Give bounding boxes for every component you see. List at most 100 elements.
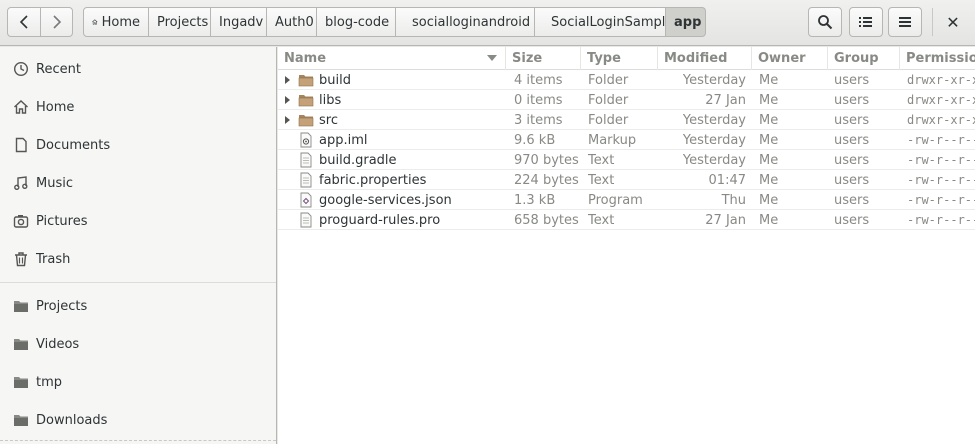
sidebar-item-music[interactable]: Music [0, 168, 276, 198]
sidebar-bottom-border [0, 440, 276, 441]
file-type: Text [588, 212, 615, 228]
file-size: 9.6 kB [514, 132, 556, 148]
sidebar-item-downloads[interactable]: Downloads [0, 405, 276, 435]
folder-icon [12, 373, 30, 391]
breadcrumb-blog-code[interactable]: blog-code [317, 7, 396, 37]
file-size: 1.3 kB [514, 192, 556, 208]
column-header-label: Size [512, 51, 543, 66]
file-owner: Me [759, 92, 779, 108]
file-group: users [834, 92, 870, 108]
sidebar-item-tmp[interactable]: tmp [0, 367, 276, 397]
table-row[interactable]: src 3 items Folder Yesterday Me users dr… [278, 110, 975, 130]
table-row[interactable]: libs 0 items Folder 27 Jan Me users drwx… [278, 90, 975, 110]
file-permissions: -rw-r--r-- [907, 213, 975, 227]
sidebar-item-projects[interactable]: Projects [0, 291, 276, 321]
forward-button[interactable] [41, 7, 73, 37]
breadcrumb-label: blog-code [325, 14, 390, 30]
file-modified: Thu [721, 192, 746, 208]
folder-icon [298, 115, 314, 127]
column-header-size[interactable]: Size [506, 47, 581, 70]
column-header-permissions[interactable]: Permissions [900, 47, 975, 70]
header-bar: Home Projects Ingadv Auth0 blog-code soc… [0, 0, 975, 46]
trash-icon [12, 250, 30, 268]
expand-arrow-icon[interactable] [285, 96, 290, 104]
sidebar-item-label: tmp [36, 374, 63, 390]
column-header-label: Modified [664, 51, 728, 66]
back-button[interactable] [7, 7, 41, 37]
view-options-button[interactable] [849, 7, 883, 37]
breadcrumb-socialloginsample[interactable]: SocialLoginSample [535, 7, 673, 37]
sidebar-item-trash[interactable]: Trash [0, 244, 276, 274]
sidebar-item-label: Downloads [36, 412, 108, 428]
sidebar-item-label: Recent [36, 61, 81, 77]
program-file-icon [300, 192, 312, 208]
file-size: 224 bytes [514, 172, 579, 188]
file-permissions: drwxr-xr-x [907, 93, 975, 107]
table-row[interactable]: fabric.properties 224 bytes Text 01:47 M… [278, 170, 975, 190]
expand-arrow-icon[interactable] [285, 76, 290, 84]
breadcrumb-socialloginandroid[interactable]: socialloginandroid [396, 7, 535, 37]
file-size: 0 items [514, 92, 563, 108]
sidebar-item-documents[interactable]: Documents [0, 130, 276, 160]
file-name: fabric.properties [319, 172, 427, 188]
file-owner: Me [759, 192, 779, 208]
breadcrumb-projects[interactable]: Projects [149, 7, 211, 37]
column-headers: Name Size Type Modified Owner Group Perm… [278, 47, 975, 70]
sidebar-item-label: Music [36, 175, 73, 191]
sidebar-item-videos[interactable]: Videos [0, 329, 276, 359]
breadcrumb-home[interactable]: Home [83, 7, 149, 37]
column-header-group[interactable]: Group [828, 47, 900, 70]
breadcrumb: Home Projects Ingadv Auth0 blog-code soc… [83, 7, 706, 37]
file-name: build [319, 72, 351, 88]
file-permissions: -rw-r--r-- [907, 173, 975, 187]
sidebar-item-pictures[interactable]: Pictures [0, 206, 276, 236]
search-icon [818, 15, 833, 30]
go-forward-icon [52, 15, 61, 29]
column-header-modified[interactable]: Modified [658, 47, 752, 70]
column-header-type[interactable]: Type [581, 47, 658, 70]
column-header-name[interactable]: Name [278, 47, 506, 70]
file-modified: Yesterday [682, 72, 746, 88]
file-owner: Me [759, 212, 779, 228]
table-row[interactable]: build 4 items Folder Yesterday Me users … [278, 70, 975, 90]
expand-arrow-icon[interactable] [285, 116, 290, 124]
camera-icon [12, 212, 30, 230]
file-group: users [834, 132, 870, 148]
column-header-owner[interactable]: Owner [752, 47, 828, 70]
text-file-icon [300, 212, 312, 228]
file-modified: 01:47 [708, 172, 746, 188]
close-button[interactable]: ✕ [938, 7, 968, 37]
table-row[interactable]: build.gradle 970 bytes Text Yesterday Me… [278, 150, 975, 170]
file-modified: Yesterday [682, 112, 746, 128]
clock-icon [12, 60, 30, 78]
file-group: users [834, 112, 870, 128]
breadcrumb-label: socialloginandroid [412, 14, 531, 30]
file-group: users [834, 152, 870, 168]
file-name: build.gradle [319, 152, 397, 168]
file-owner: Me [759, 72, 779, 88]
sidebar-item-home[interactable]: Home [0, 92, 276, 122]
breadcrumb-auth0[interactable]: Auth0 [267, 7, 317, 37]
file-owner: Me [759, 152, 779, 168]
table-row[interactable]: google-services.json 1.3 kB Program Thu … [278, 190, 975, 210]
go-back-icon [19, 15, 28, 29]
close-icon: ✕ [946, 12, 960, 32]
file-owner: Me [759, 172, 779, 188]
sidebar-item-label: Projects [36, 298, 88, 314]
file-name: google-services.json [319, 192, 452, 208]
file-list-view: Name Size Type Modified Owner Group Perm… [278, 47, 975, 444]
file-type: Folder [588, 92, 629, 108]
file-size: 970 bytes [514, 152, 579, 168]
sidebar-item-recent[interactable]: Recent [0, 54, 276, 84]
breadcrumb-app[interactable]: app [666, 7, 706, 37]
table-row[interactable]: proguard-rules.pro 658 bytes Text 27 Jan… [278, 210, 975, 230]
table-row[interactable]: app.iml 9.6 kB Markup Yesterday Me users… [278, 130, 975, 150]
folder-icon [12, 297, 30, 315]
folder-icon [298, 95, 314, 107]
markup-file-icon [300, 132, 312, 148]
folder-icon [298, 75, 314, 87]
music-icon [12, 174, 30, 192]
breadcrumb-ingadv[interactable]: Ingadv [211, 7, 267, 37]
search-button[interactable] [808, 7, 842, 37]
menu-button[interactable] [888, 7, 922, 37]
